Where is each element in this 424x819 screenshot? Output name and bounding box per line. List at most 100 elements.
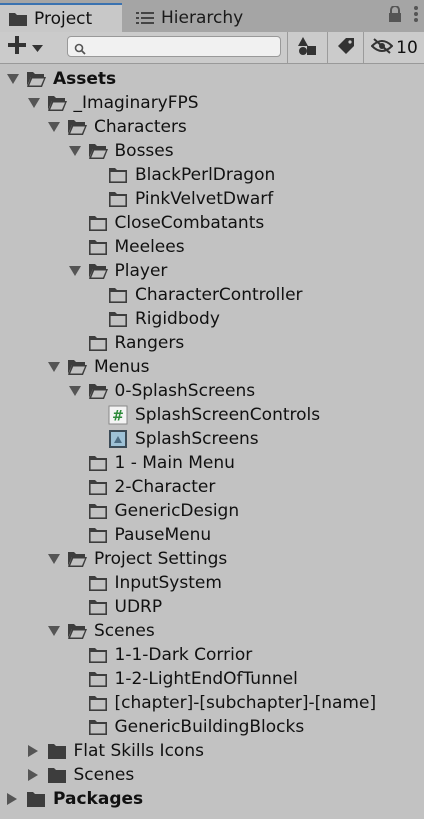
toolbar: 10 [0, 32, 424, 64]
expand-arrow-right-icon[interactable] [7, 793, 17, 805]
tree-item-genericdesign[interactable]: GenericDesign [0, 499, 424, 523]
tree-item-1-2-lightendoftunnel[interactable]: 1-2-LightEndOfTunnel [0, 667, 424, 691]
tree-item-rangers[interactable]: Rangers [0, 331, 424, 355]
more-options-icon[interactable] [414, 6, 418, 26]
expand-arrow-down-icon[interactable] [68, 386, 81, 396]
tree-item-inputsystem[interactable]: InputSystem [0, 571, 424, 595]
tree-item-charactercontroller[interactable]: CharacterController [0, 283, 424, 307]
tree-item-label: CloseCombatants [114, 213, 265, 233]
folder-open-icon [88, 382, 108, 400]
tree-item-label: Rangers [114, 333, 185, 353]
tree-item-menus[interactable]: Menus [0, 355, 424, 379]
expand-arrow-down-icon[interactable] [48, 122, 60, 132]
hidden-packages-toggle[interactable]: 10 [363, 32, 424, 63]
tree-item-flat-skills-icons[interactable]: Flat Skills Icons [0, 739, 424, 763]
tree-item-rigidbody[interactable]: Rigidbody [0, 307, 424, 331]
tree-item-label: UDRP [114, 597, 163, 617]
tree-item-0-splashscreens[interactable]: 0-SplashScreens [0, 379, 424, 403]
tab-project[interactable]: Project [0, 3, 122, 32]
folder-icon [9, 11, 27, 27]
folder-icon [88, 526, 108, 544]
tree-item-pinkvelvetdwarf[interactable]: PinkVelvetDwarf [0, 187, 424, 211]
tree-item-label: Packages [53, 789, 144, 809]
tab-hierarchy-label: Hierarchy [161, 7, 244, 28]
plus-icon [6, 34, 28, 60]
tree-item-closecombatants[interactable]: CloseCombatants [0, 211, 424, 235]
folder-open-icon [67, 622, 87, 640]
tree-item-bosses[interactable]: Bosses [0, 139, 424, 163]
tree-item-scenes[interactable]: Scenes [0, 619, 424, 643]
folder-icon [26, 790, 46, 808]
create-button[interactable] [6, 35, 50, 59]
shapes-icon [298, 36, 318, 60]
tree-item-label: SplashScreens [135, 429, 259, 449]
filter-by-label-button[interactable] [327, 32, 364, 63]
expand-arrow-down-icon[interactable] [48, 626, 60, 636]
tree-item-label: Player [114, 261, 168, 281]
eye-slash-icon [370, 37, 394, 58]
folder-icon [88, 598, 108, 616]
folder-icon [88, 334, 108, 352]
tree-item-player[interactable]: Player [0, 259, 424, 283]
tree-item-blackperldragon[interactable]: BlackPerlDragon [0, 163, 424, 187]
tab-hierarchy[interactable]: Hierarchy [130, 3, 290, 32]
tree-item-pausemenu[interactable]: PauseMenu [0, 523, 424, 547]
folder-icon [47, 742, 67, 760]
expand-arrow-down-icon[interactable] [7, 74, 19, 84]
search-icon [74, 40, 86, 59]
tree-item-2-character[interactable]: 2-Character [0, 475, 424, 499]
folder-icon [108, 166, 128, 184]
tag-icon [337, 37, 355, 59]
tree-item-udrp[interactable]: UDRP [0, 595, 424, 619]
tree-item-project-settings[interactable]: Project Settings [0, 547, 424, 571]
tree-item-label: 2-Character [114, 477, 216, 497]
tree-item-packages[interactable]: Packages [0, 787, 424, 811]
tree-item-label: Flat Skills Icons [73, 741, 204, 761]
expand-arrow-down-icon[interactable] [48, 362, 60, 372]
tree-item-label: Project Settings [94, 549, 228, 569]
expand-arrow-right-icon[interactable] [27, 745, 38, 757]
folder-open-icon [88, 262, 108, 280]
tree-item-label: [chapter]-[subchapter]-[name] [114, 693, 377, 713]
tree-item-1-1-dark-corrior[interactable]: 1-1-Dark Corrior [0, 643, 424, 667]
folder-icon [88, 454, 108, 472]
tree-item-label: Assets [53, 69, 117, 89]
filter-by-type-button[interactable] [287, 32, 328, 63]
tree-item-label: Scenes [73, 765, 135, 785]
folder-icon [88, 478, 108, 496]
tree-item-label: BlackPerlDragon [135, 165, 276, 185]
expand-arrow-down-icon[interactable] [27, 98, 40, 108]
tree-item-label: 1-2-LightEndOfTunnel [114, 669, 298, 689]
search-input[interactable] [67, 36, 281, 57]
csharp-script-icon: # [108, 405, 128, 425]
folder-icon [88, 646, 108, 664]
folder-icon [88, 502, 108, 520]
tree-item-label: PinkVelvetDwarf [135, 189, 274, 209]
tab-project-label: Project [34, 8, 93, 29]
folder-open-icon [26, 70, 46, 88]
tree-item-imaginaryfps[interactable]: _ImaginaryFPS [0, 91, 424, 115]
tree-item-label: Characters [94, 117, 187, 137]
folder-icon [47, 766, 67, 784]
expand-arrow-down-icon[interactable] [68, 146, 81, 156]
folder-open-icon [67, 550, 87, 568]
tree-item-chapter-subchapter-name[interactable]: [chapter]-[subchapter]-[name] [0, 691, 424, 715]
tree-item-assets[interactable]: Assets [0, 67, 424, 91]
tree-item-characters[interactable]: Characters [0, 115, 424, 139]
tree-item-meelees[interactable]: Meelees [0, 235, 424, 259]
expand-arrow-down-icon[interactable] [68, 266, 81, 276]
tree-item-label: GenericDesign [114, 501, 240, 521]
tree-item-scenes[interactable]: Scenes [0, 763, 424, 787]
tree-item-genericbuildingblocks[interactable]: GenericBuildingBlocks [0, 715, 424, 739]
tree-item-1-main-menu[interactable]: 1 - Main Menu [0, 451, 424, 475]
chevron-down-icon [32, 38, 43, 57]
folder-icon [88, 574, 108, 592]
tree-item-label: Meelees [114, 237, 185, 257]
tree-item-splashscreencontrols[interactable]: # SplashScreenControls [0, 403, 424, 427]
lock-icon[interactable] [388, 5, 402, 26]
expand-arrow-down-icon[interactable] [48, 554, 60, 564]
expand-arrow-right-icon[interactable] [27, 769, 38, 781]
tree-item-label: Bosses [114, 141, 174, 161]
folder-icon [88, 214, 108, 232]
tree-item-splashscreens[interactable]: SplashScreens [0, 427, 424, 451]
